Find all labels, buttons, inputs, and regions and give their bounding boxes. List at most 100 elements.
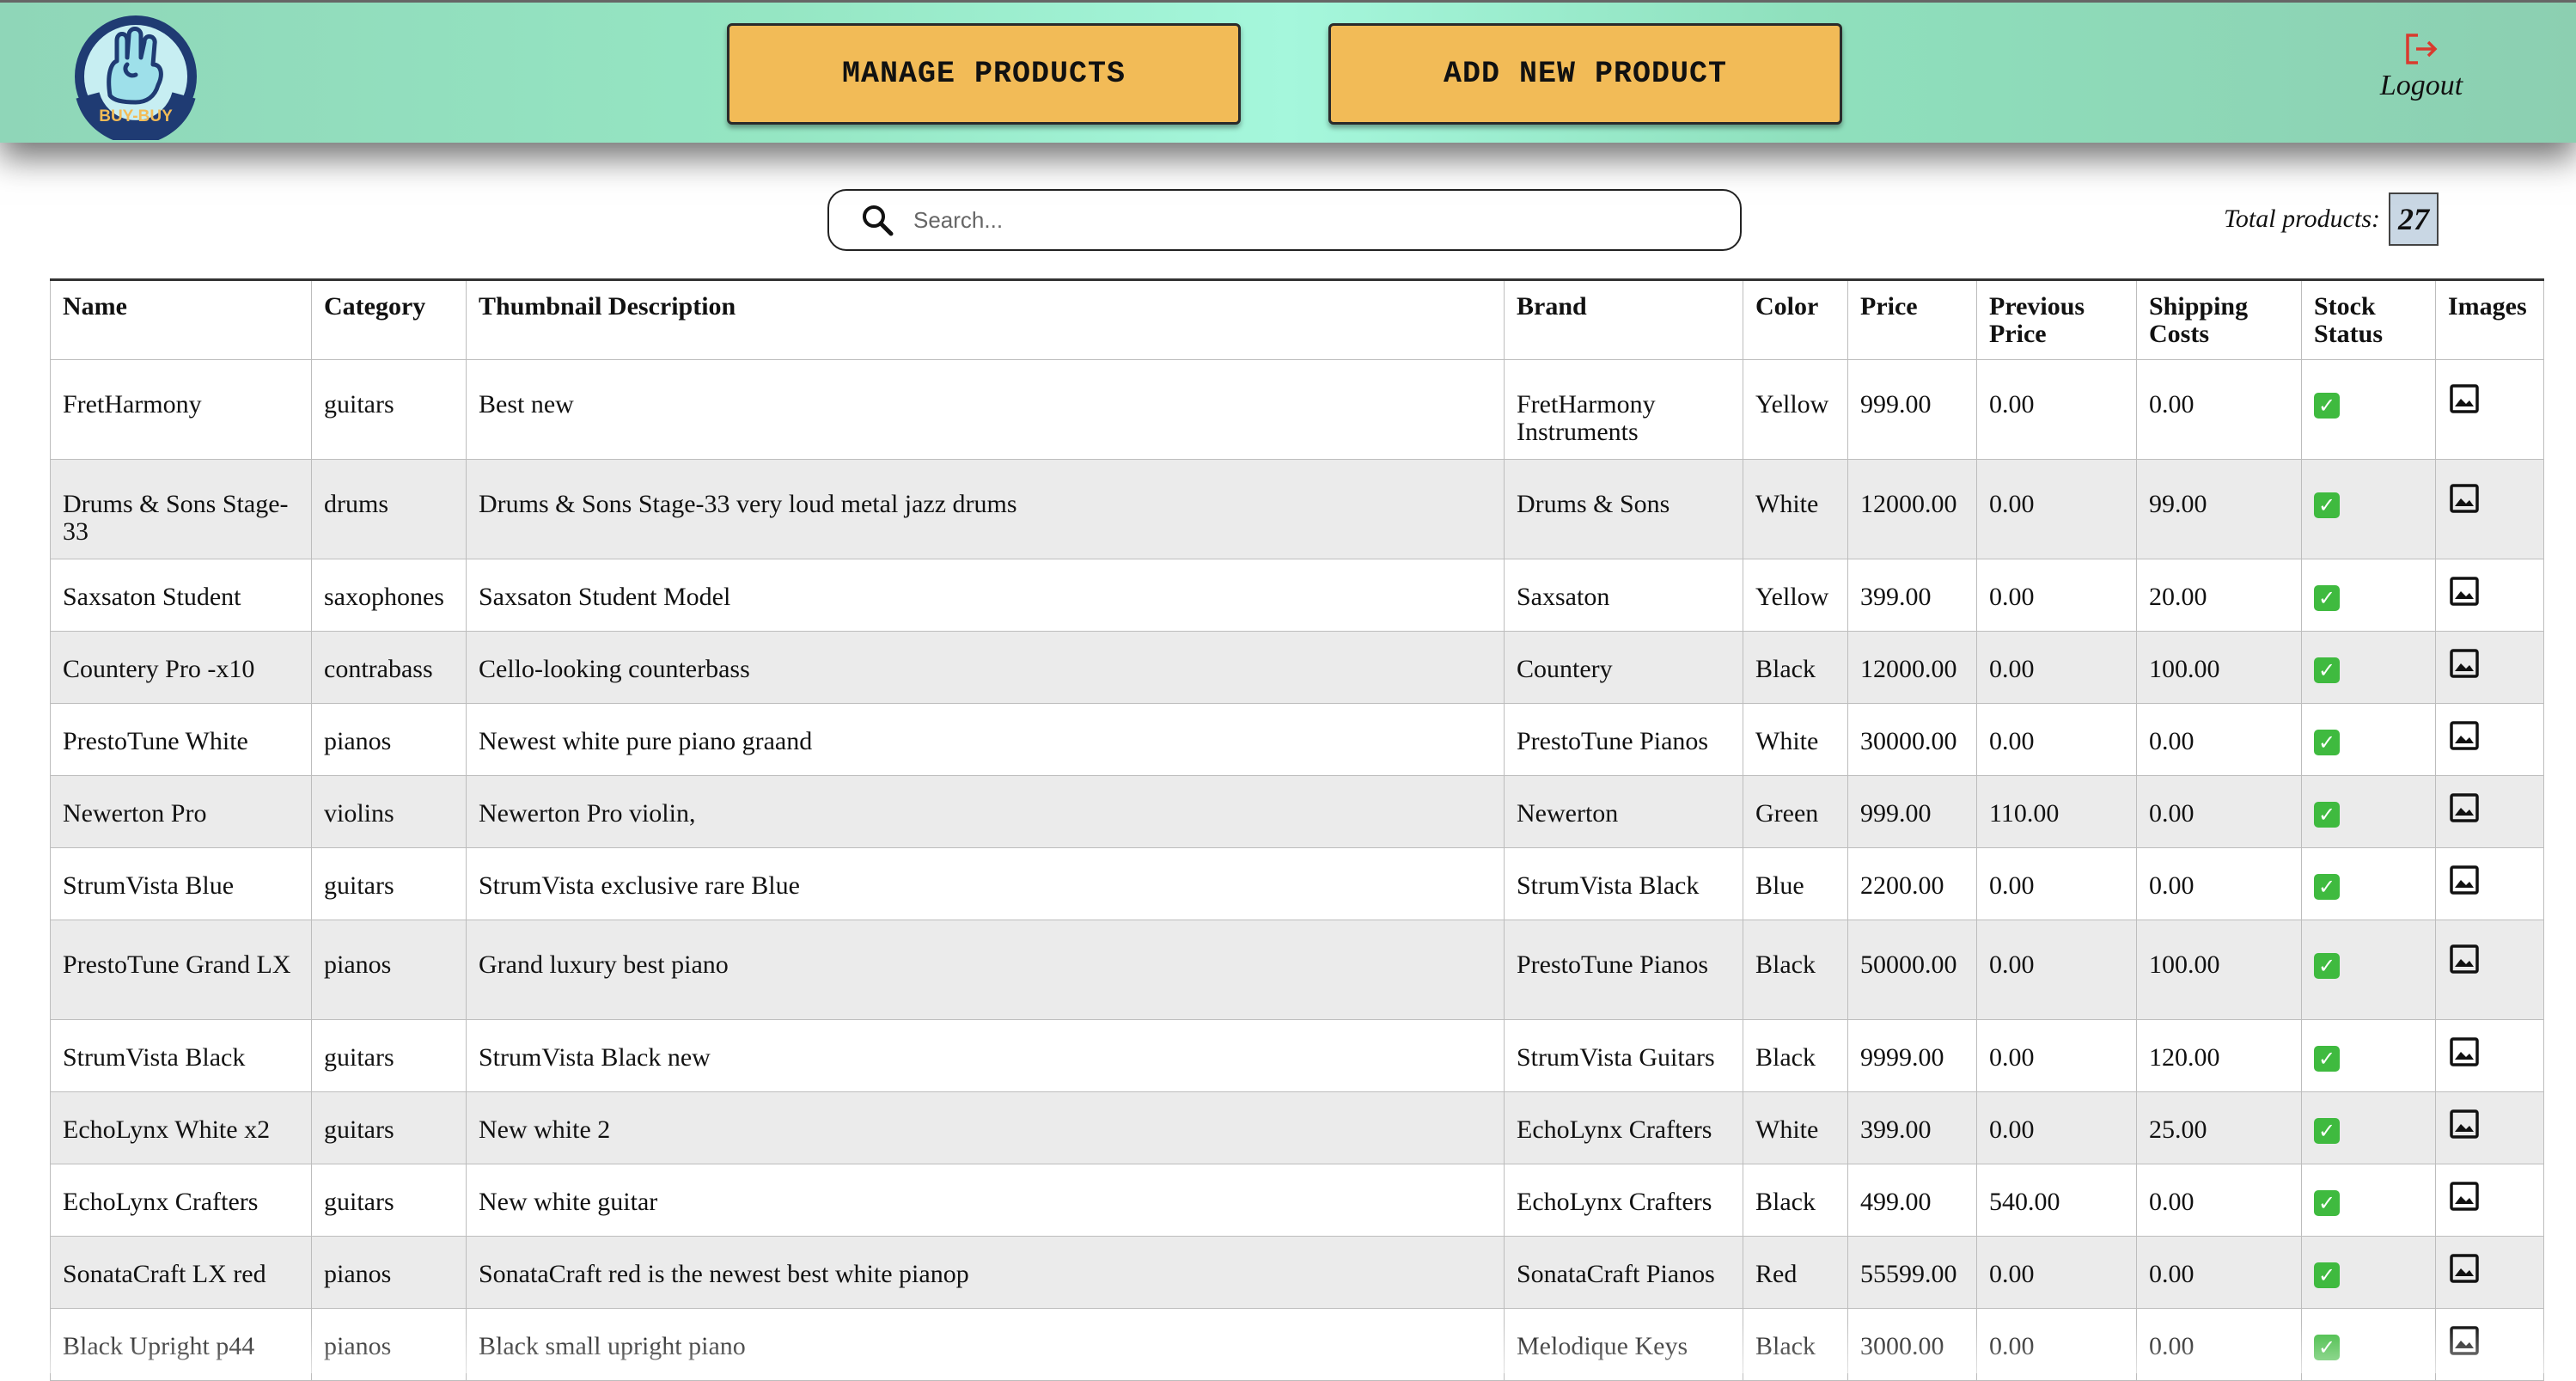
cell-name: Saxsaton Student	[50, 559, 312, 632]
table-row[interactable]: PrestoTune Grand LX pianos Grand luxury be…	[50, 920, 2544, 1020]
logout-icon	[2406, 34, 2438, 64]
cell-color: Red	[1743, 1236, 1848, 1309]
image-icon[interactable]	[2448, 575, 2481, 608]
cell-images	[2435, 920, 2544, 1020]
cell-previous-price: 0.00	[1976, 1236, 2137, 1309]
cell-stock-status: ✓	[2301, 847, 2436, 920]
table-row[interactable]: StrumVista Blue guitars StrumVista exclusi…	[50, 847, 2544, 920]
cell-color: Black	[1743, 920, 1848, 1020]
table-row[interactable]: Black Upright p44 pianos Black small uprig…	[50, 1308, 2544, 1381]
cell-previous-price: 0.00	[1976, 559, 2137, 632]
table-row[interactable]: Newerton Pro violins Newerton Pro violin, N…	[50, 775, 2544, 848]
image-icon[interactable]	[2448, 1036, 2481, 1068]
cell-shipping: 0.00	[2136, 847, 2302, 920]
cell-name: StrumVista Black	[50, 1019, 312, 1092]
buy-buy-logo[interactable]: BUY-BUY	[72, 13, 199, 144]
table-row[interactable]: EchoLynx Crafters guitars New white guitar…	[50, 1164, 2544, 1237]
cell-images	[2435, 631, 2544, 704]
cell-price: 999.00	[1847, 359, 1977, 460]
cell-brand: EchoLynx Crafters	[1504, 1164, 1743, 1237]
cell-brand: Saxsaton	[1504, 559, 1743, 632]
column-header[interactable]: Previous Price	[1976, 279, 2137, 360]
check-icon: ✓	[2314, 730, 2340, 755]
cell-previous-price: 540.00	[1976, 1164, 2137, 1237]
add-new-product-button[interactable]: ADD NEW PRODUCT	[1328, 23, 1842, 125]
cell-name: Black Upright p44	[50, 1308, 312, 1381]
cell-category: contrabass	[311, 631, 467, 704]
column-header[interactable]: Stock Status	[2301, 279, 2436, 360]
column-header[interactable]: Shipping Costs	[2136, 279, 2302, 360]
cell-stock-status: ✓	[2301, 703, 2436, 776]
cell-brand: StrumVista Guitars	[1504, 1019, 1743, 1092]
table-row[interactable]: Countery Pro -x10 contrabass Cello-looking…	[50, 631, 2544, 704]
table-row[interactable]: Drums & Sons Stage-33 drums Drums & Sons S…	[50, 459, 2544, 559]
cell-price: 499.00	[1847, 1164, 1977, 1237]
check-icon: ✓	[2314, 393, 2340, 419]
cell-previous-price: 0.00	[1976, 1091, 2137, 1164]
table-row[interactable]: EchoLynx White x2 guitars New white 2 EchoL…	[50, 1091, 2544, 1164]
column-header[interactable]: Color	[1743, 279, 1848, 360]
cell-brand: PrestoTune Pianos	[1504, 703, 1743, 776]
total-products: Total products: 27	[2224, 191, 2439, 247]
image-icon[interactable]	[2448, 482, 2481, 515]
image-icon[interactable]	[2448, 382, 2481, 415]
column-header[interactable]: Name	[50, 279, 312, 360]
cell-images	[2435, 847, 2544, 920]
table-row[interactable]: SonataCraft LX red pianos SonataCraft red …	[50, 1236, 2544, 1309]
column-header[interactable]: Category	[311, 279, 467, 360]
manage-products-button[interactable]: MANAGE PRODUCTS	[727, 23, 1241, 125]
cell-name: EchoLynx White x2	[50, 1091, 312, 1164]
cell-brand: Melodique Keys	[1504, 1308, 1743, 1381]
cell-images	[2435, 1019, 2544, 1092]
logout-button[interactable]: Logout	[2361, 32, 2481, 102]
check-icon: ✓	[2314, 802, 2340, 828]
check-icon: ✓	[2314, 1262, 2340, 1288]
cell-category: pianos	[311, 1236, 467, 1309]
table-row[interactable]: Saxsaton Student saxophones Saxsaton Stude…	[50, 559, 2544, 632]
cell-color: Black	[1743, 631, 1848, 704]
cell-previous-price: 0.00	[1976, 631, 2137, 704]
total-products-label: Total products:	[2224, 205, 2380, 233]
check-icon: ✓	[2314, 1335, 2340, 1360]
cell-category: drums	[311, 459, 467, 559]
image-icon[interactable]	[2448, 647, 2481, 680]
cell-images	[2435, 1164, 2544, 1237]
search-input[interactable]	[912, 205, 1688, 235]
column-header[interactable]: Images	[2435, 279, 2544, 360]
cell-brand: Newerton	[1504, 775, 1743, 848]
cell-name: EchoLynx Crafters	[50, 1164, 312, 1237]
cell-images	[2435, 775, 2544, 848]
table-row[interactable]: PrestoTune White pianos Newest white pure …	[50, 703, 2544, 776]
column-header[interactable]: Thumbnail Description	[466, 279, 1505, 360]
table-row[interactable]: StrumVista Black guitars StrumVista Black …	[50, 1019, 2544, 1092]
image-icon[interactable]	[2448, 1108, 2481, 1140]
image-icon[interactable]	[2448, 719, 2481, 752]
cell-brand: FretHarmony Instruments	[1504, 359, 1743, 460]
image-icon[interactable]	[2448, 1180, 2481, 1213]
image-icon[interactable]	[2448, 864, 2481, 896]
cell-category: guitars	[311, 1019, 467, 1092]
column-header[interactable]: Price	[1847, 279, 1977, 360]
cell-price: 9999.00	[1847, 1019, 1977, 1092]
cell-shipping: 99.00	[2136, 459, 2302, 559]
cell-price: 12000.00	[1847, 631, 1977, 704]
image-icon[interactable]	[2448, 1252, 2481, 1285]
cell-shipping: 20.00	[2136, 559, 2302, 632]
image-icon[interactable]	[2448, 943, 2481, 975]
column-header[interactable]: Brand	[1504, 279, 1743, 360]
cell-description: Grand luxury best piano	[466, 920, 1505, 1020]
cell-category: pianos	[311, 920, 467, 1020]
cell-price: 2200.00	[1847, 847, 1977, 920]
cell-category: pianos	[311, 1308, 467, 1381]
cell-description: Newest white pure piano graand	[466, 703, 1505, 776]
cell-description: Newerton Pro violin,	[466, 775, 1505, 848]
cell-category: guitars	[311, 1164, 467, 1237]
add-new-product-label: ADD NEW PRODUCT	[1443, 57, 1728, 91]
table-row[interactable]: FretHarmony guitars Best new FretHarmony In…	[50, 359, 2544, 460]
cell-name: SonataCraft LX red	[50, 1236, 312, 1309]
cell-description: StrumVista Black new	[466, 1019, 1505, 1092]
image-icon[interactable]	[2448, 791, 2481, 824]
image-icon[interactable]	[2448, 1324, 2481, 1357]
cell-previous-price: 0.00	[1976, 1308, 2137, 1381]
cell-stock-status: ✓	[2301, 559, 2436, 632]
